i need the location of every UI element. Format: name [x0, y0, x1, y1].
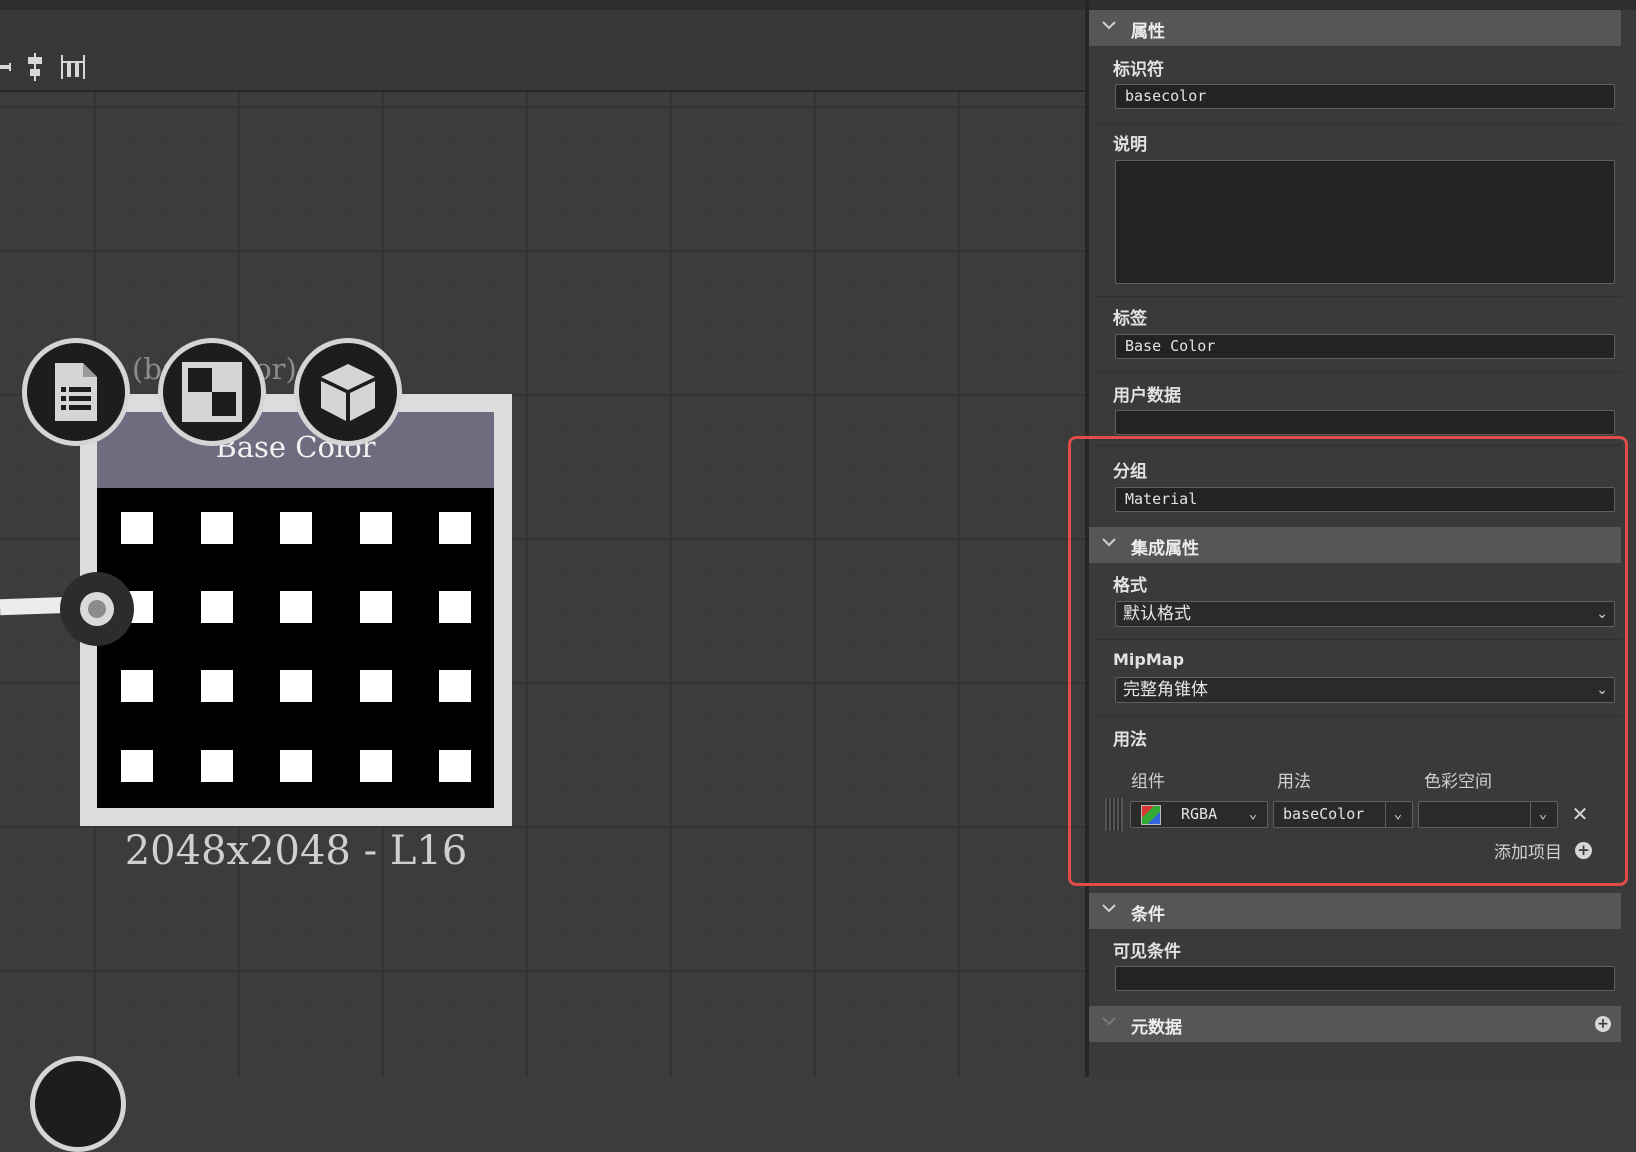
preview-cell: [201, 750, 233, 782]
section-integration[interactable]: 集成属性: [1089, 527, 1621, 563]
section-conditions[interactable]: 条件: [1089, 893, 1621, 929]
node-input-socket[interactable]: [60, 572, 134, 646]
toolbar-strip: [0, 0, 1085, 10]
user-data-field[interactable]: [1115, 410, 1615, 435]
description-field[interactable]: [1115, 160, 1615, 284]
preview-cell: [439, 750, 471, 782]
mipmap-label: MipMap: [1113, 650, 1185, 669]
node-badge[interactable]: [30, 1056, 126, 1152]
column-component: 组件: [1131, 772, 1165, 792]
format-label: 格式: [1113, 576, 1147, 596]
identifier-field[interactable]: basecolor: [1115, 84, 1615, 109]
preview-cell: [280, 750, 312, 782]
colorspace-select[interactable]: ⌄: [1418, 801, 1558, 828]
group-field[interactable]: Material: [1115, 487, 1615, 512]
drag-handle[interactable]: [1105, 798, 1123, 831]
chevron-down-icon: ⌄: [1596, 606, 1608, 622]
divider: [1097, 372, 1621, 373]
section-title: 集成属性: [1131, 539, 1199, 559]
chevron-down-icon[interactable]: [1101, 900, 1125, 922]
rgba-swatch-icon: [1141, 805, 1161, 825]
add-item-icon[interactable]: +: [1575, 842, 1592, 859]
chevron-down-icon: ⌄: [1248, 806, 1258, 822]
graph-toolbar: [0, 0, 1085, 92]
usage-label: 用法: [1113, 730, 1147, 750]
divider: [1097, 445, 1621, 446]
component-value: RGBA: [1181, 805, 1218, 823]
node-title: Base Color: [215, 430, 376, 464]
column-usage: 用法: [1277, 772, 1311, 792]
cube-icon[interactable]: [294, 338, 402, 446]
chevron-down-icon: ⌄: [1538, 806, 1548, 822]
checker-icon[interactable]: [158, 338, 266, 446]
preview-cell: [280, 591, 312, 623]
chevron-down-icon[interactable]: [1101, 534, 1125, 556]
usage-value: baseColor: [1283, 805, 1365, 823]
divider: [1097, 123, 1621, 124]
preview-cell: [121, 670, 153, 702]
divider: [1097, 639, 1621, 640]
visible-condition-label: 可见条件: [1113, 942, 1181, 962]
divider: [1097, 715, 1621, 716]
preview-cell: [360, 670, 392, 702]
column-colorspace: 色彩空间: [1424, 772, 1492, 792]
align-center-icon[interactable]: [20, 52, 50, 82]
preview-cell: [280, 512, 312, 544]
chevron-down-icon: ⌄: [1596, 682, 1608, 698]
mipmap-value: 完整角锥体: [1123, 680, 1208, 700]
socket-ring: [80, 592, 114, 626]
format-value: 默认格式: [1123, 604, 1191, 624]
select-divider: [1530, 802, 1531, 827]
align-left-icon[interactable]: [0, 52, 22, 82]
format-select[interactable]: 默认格式 ⌄: [1115, 601, 1615, 627]
chevron-down-icon: ⌄: [1393, 806, 1403, 822]
usage-select[interactable]: baseColor ⌄: [1273, 801, 1413, 828]
preview-cell: [360, 512, 392, 544]
preview-cell: [360, 750, 392, 782]
add-item-label[interactable]: 添加项目: [1494, 838, 1562, 863]
preview-cell: [201, 512, 233, 544]
mipmap-select[interactable]: 完整角锥体 ⌄: [1115, 677, 1615, 703]
visible-condition-field[interactable]: [1115, 966, 1615, 991]
chevron-down-icon[interactable]: [1101, 1013, 1125, 1035]
node-resolution: 2048x2048 - L16: [124, 828, 468, 874]
preview-cell: [439, 670, 471, 702]
section-title: 属性: [1131, 22, 1165, 42]
section-metadata[interactable]: 元数据 +: [1089, 1006, 1621, 1042]
distribute-icon[interactable]: [58, 52, 88, 82]
select-divider: [1385, 802, 1386, 827]
node-preview: [97, 488, 494, 808]
preview-cell: [439, 591, 471, 623]
preview-cell: [201, 591, 233, 623]
chevron-down-icon[interactable]: [1101, 17, 1125, 39]
group-label: 分组: [1113, 462, 1147, 482]
identifier-label: 标识符: [1113, 60, 1164, 80]
preview-cell: [201, 670, 233, 702]
panel-header-strip: [1089, 0, 1636, 10]
label-field[interactable]: Base Color: [1115, 334, 1615, 359]
section-title: 元数据: [1131, 1018, 1182, 1038]
preview-cell: [439, 512, 471, 544]
divider: [1097, 296, 1621, 297]
document-icon[interactable]: [22, 338, 130, 446]
user-data-label: 用户数据: [1113, 386, 1181, 406]
section-title: 条件: [1131, 905, 1165, 925]
preview-cell: [280, 670, 312, 702]
add-metadata-icon[interactable]: +: [1595, 1016, 1611, 1032]
remove-row-icon[interactable]: ✕: [1569, 801, 1591, 828]
section-attributes[interactable]: 属性: [1089, 10, 1621, 46]
component-select[interactable]: RGBA ⌄: [1130, 801, 1268, 828]
description-label: 说明: [1113, 135, 1147, 155]
graph-canvas[interactable]: Base Color (basecolor) 2048x2048 - L16: [0, 0, 1085, 1152]
preview-cell: [121, 512, 153, 544]
preview-cell: [360, 591, 392, 623]
preview-cell: [121, 750, 153, 782]
socket-dot: [88, 600, 106, 618]
properties-panel: 属性 标识符 basecolor 说明 标签 Base Color 用户数据 分…: [1089, 0, 1636, 1077]
label-label: 标签: [1113, 309, 1147, 329]
